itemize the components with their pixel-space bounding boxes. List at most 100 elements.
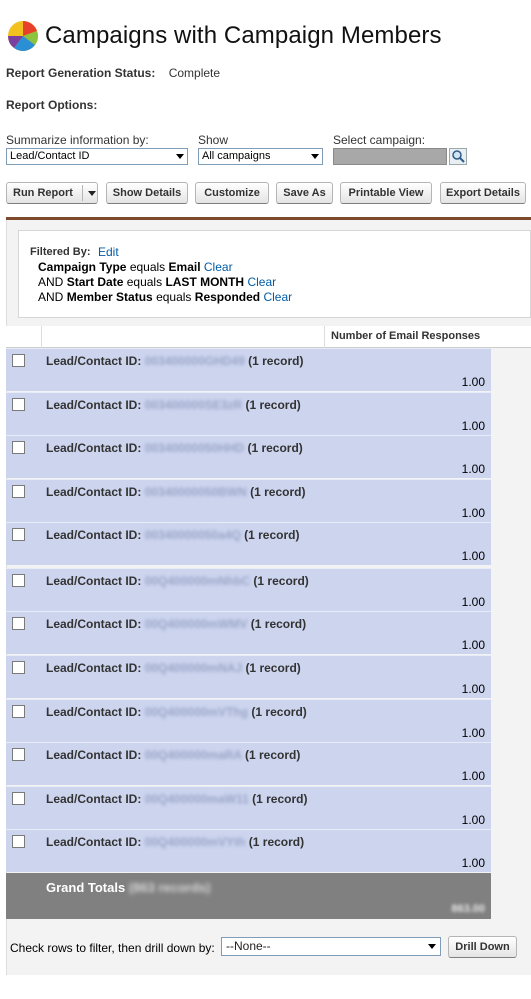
filter-prefix: AND: [38, 275, 64, 289]
show-select-value: All campaigns: [202, 150, 271, 162]
table-row: Lead/Contact ID: 00340000050HHD (1 recor…: [6, 435, 491, 478]
row-checkbox[interactable]: [12, 528, 25, 541]
row-checkbox[interactable]: [12, 705, 25, 718]
row-value: 1.00: [461, 638, 485, 652]
save-as-button[interactable]: Save As: [276, 182, 333, 204]
row-checkbox[interactable]: [12, 748, 25, 761]
printable-view-button[interactable]: Printable View: [340, 182, 432, 204]
summarize-label: Summarize information by:: [6, 133, 149, 147]
lead-id-value: 00Q400000maW11: [144, 792, 249, 806]
row-label: Lead/Contact ID: 003400000GHD49 (1 recor…: [46, 354, 304, 368]
table-row: Lead/Contact ID: 00Q400000mWMV (1 record…: [6, 611, 491, 654]
chevron-down-icon: [176, 154, 184, 159]
row-checkbox[interactable]: [12, 835, 25, 848]
select-campaign-label: Select campaign:: [333, 133, 426, 147]
lead-id-value: 00340000050a4Q: [144, 528, 241, 542]
filter-box: [18, 230, 531, 318]
edit-filters-link[interactable]: Edit: [98, 245, 119, 259]
show-label: Show: [198, 133, 229, 147]
row-label: Lead/Contact ID: 00Q400000mVThg (1 recor…: [46, 705, 307, 719]
row-value: 1.00: [461, 856, 485, 870]
lead-id-value: 003400000SE3zR: [144, 398, 243, 412]
filter-field: Start Date: [66, 275, 124, 289]
row-value: 1.00: [461, 506, 485, 520]
filter-line: AND Start Date equals LAST MONTH Clear: [38, 275, 276, 289]
table-row: Lead/Contact ID: 00Q400000maW11 (1 recor…: [6, 786, 491, 829]
summarize-select[interactable]: Lead/Contact ID: [6, 148, 188, 165]
table-row: Lead/Contact ID: 00Q400000maRA (1 record…: [6, 742, 491, 785]
filter-field: Campaign Type: [38, 260, 127, 274]
row-checkbox[interactable]: [12, 661, 25, 674]
row-checkbox[interactable]: [12, 485, 25, 498]
row-checkbox[interactable]: [12, 574, 25, 587]
campaign-input[interactable]: [333, 148, 447, 165]
lead-id-value: 00Q400000mVYth: [144, 835, 246, 849]
filter-prefix: AND: [38, 290, 64, 304]
table-row: Lead/Contact ID: 00340000050BWN (1 recor…: [6, 479, 491, 522]
filter-operator: equals: [129, 260, 166, 274]
row-checkbox[interactable]: [12, 354, 25, 367]
reports-logo-icon: [8, 21, 38, 51]
row-checkbox[interactable]: [12, 441, 25, 454]
drill-down-select[interactable]: --None--: [221, 937, 441, 956]
drill-down-value: --None--: [226, 939, 271, 953]
export-details-button[interactable]: Export Details: [440, 182, 526, 204]
table-row: Lead/Contact ID: 00340000050a4Q (1 recor…: [6, 522, 491, 565]
run-report-button[interactable]: Run Report: [6, 182, 98, 204]
row-checkbox[interactable]: [12, 398, 25, 411]
row-label: Lead/Contact ID: 00340000050BWN (1 recor…: [46, 485, 306, 499]
table-row: Lead/Contact ID: 00Q400000mVThg (1 recor…: [6, 699, 491, 742]
report-status: Report Generation Status: Complete: [6, 66, 220, 80]
status-label: Report Generation Status:: [6, 66, 156, 80]
chevron-down-icon: [428, 944, 436, 949]
dropdown-arrow-icon[interactable]: [88, 191, 96, 196]
clear-filter-link[interactable]: Clear: [263, 290, 292, 304]
row-value: 1.00: [461, 769, 485, 783]
row-label: Lead/Contact ID: 00340000050HHD (1 recor…: [46, 441, 303, 455]
table-row: Lead/Contact ID: 00Q400000mNhbC (1 recor…: [6, 568, 491, 611]
show-details-button[interactable]: Show Details: [106, 182, 188, 204]
lead-id-value: 00340000050BWN: [144, 485, 247, 499]
grand-totals-row: Grand Totals (863 records) 863.00: [6, 873, 491, 919]
row-label: Lead/Contact ID: 00Q400000mNhbC (1 recor…: [46, 574, 309, 588]
clear-filter-link[interactable]: Clear: [247, 275, 276, 289]
split-divider: [82, 185, 83, 201]
table-row: Lead/Contact ID: 00Q400000mNAJ (1 record…: [6, 655, 491, 698]
filter-value: Responded: [194, 290, 261, 304]
row-value: 1.00: [461, 375, 485, 389]
grand-totals-value: 863.00: [451, 903, 485, 915]
filtered-by-label: Filtered By:: [30, 246, 91, 258]
row-value: 1.00: [461, 726, 485, 740]
table-row: Lead/Contact ID: 00Q400000mVYth (1 recor…: [6, 829, 491, 872]
filter-field: Member Status: [66, 290, 153, 304]
filter-line: Campaign Type equals Email Clear: [38, 260, 233, 274]
page-header: Campaigns with Campaign Members: [6, 18, 442, 54]
row-value: 1.00: [461, 549, 485, 563]
row-checkbox[interactable]: [12, 792, 25, 805]
magnifier-icon: [452, 150, 465, 163]
lead-id-value: 00340000050HHD: [144, 441, 245, 455]
lead-id-value: 00Q400000maRA: [144, 748, 242, 762]
row-value: 1.00: [461, 462, 485, 476]
drill-down-button[interactable]: Drill Down: [448, 936, 517, 958]
customize-button[interactable]: Customize: [195, 182, 269, 204]
row-label: Lead/Contact ID: 003400000SE3zR (1 recor…: [46, 398, 301, 412]
filter-value: Email: [168, 260, 201, 274]
lead-id-value: 00Q400000mWMV: [144, 617, 248, 631]
show-select[interactable]: All campaigns: [198, 148, 323, 165]
row-label: Lead/Contact ID: 00Q400000mWMV (1 record…: [46, 617, 307, 631]
column-header-email-responses[interactable]: Number of Email Responses: [324, 326, 491, 348]
chevron-down-icon: [311, 154, 319, 159]
filter-operator: equals: [126, 275, 163, 289]
row-value: 1.00: [461, 419, 485, 433]
lookup-button[interactable]: [449, 148, 467, 165]
row-label: Lead/Contact ID: 00340000050a4Q (1 recor…: [46, 528, 300, 542]
report-options-label: Report Options:: [6, 98, 98, 112]
status-value: Complete: [168, 66, 221, 80]
grand-totals-count: (863 records): [128, 880, 211, 895]
row-label: Lead/Contact ID: 00Q400000maW11 (1 recor…: [46, 792, 308, 806]
row-value: 1.00: [461, 813, 485, 827]
clear-filter-link[interactable]: Clear: [204, 260, 233, 274]
table-row: Lead/Contact ID: 003400000GHD49 (1 recor…: [6, 348, 491, 391]
row-checkbox[interactable]: [12, 617, 25, 630]
